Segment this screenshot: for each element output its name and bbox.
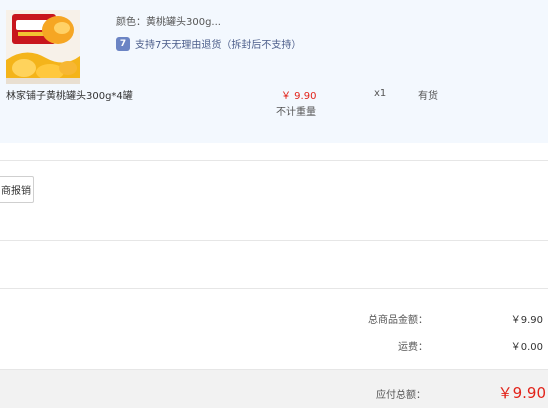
section-divider bbox=[0, 288, 548, 289]
weight-note: 不计重量 bbox=[276, 107, 316, 118]
product-name[interactable]: 林家铺子黄桃罐头300g*4罐 bbox=[6, 87, 133, 102]
section-divider bbox=[0, 240, 548, 241]
product-price: ￥ 9.90 bbox=[281, 91, 317, 102]
section-divider bbox=[0, 160, 548, 161]
total-bar: 应付总额： ￥9.90 bbox=[0, 369, 548, 408]
goods-total-value: ￥9.90 bbox=[510, 315, 543, 326]
product-spec: 颜色：黄桃罐头300g... bbox=[116, 17, 221, 28]
stock-status: 有货 bbox=[418, 91, 438, 102]
product-quantity: x1 bbox=[374, 88, 387, 99]
shipping-value: ￥0.00 bbox=[510, 342, 543, 353]
shipping-label: 运费： bbox=[398, 342, 428, 353]
return-policy: 7 支持7天无理由退货（拆封后不支持） bbox=[116, 36, 301, 51]
product-panel: 颜色：黄桃罐头300g... 7 支持7天无理由退货（拆封后不支持） 林家铺子黄… bbox=[0, 0, 548, 143]
payable-label: 应付总额： bbox=[376, 390, 426, 401]
peach-can-image bbox=[6, 10, 80, 84]
payable-value: ￥9.90 bbox=[497, 384, 546, 402]
return-policy-icon: 7 bbox=[116, 36, 130, 51]
goods-total-label: 总商品金额： bbox=[368, 315, 428, 326]
product-thumbnail[interactable] bbox=[6, 10, 80, 84]
return-policy-text: 支持7天无理由退货（拆封后不支持） bbox=[135, 40, 302, 51]
invoice-button[interactable]: 商报销 bbox=[0, 176, 34, 203]
